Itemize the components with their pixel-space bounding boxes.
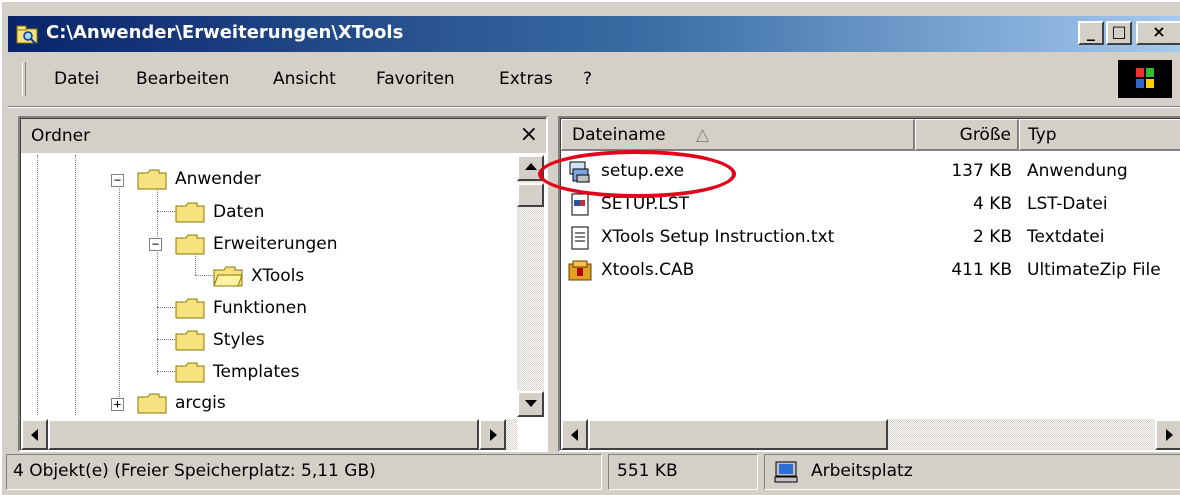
folder-icon: [137, 169, 167, 190]
folder-icon: [175, 330, 205, 351]
folder-icon: [137, 393, 167, 414]
lst-file-icon: [571, 193, 589, 216]
arrow-left-icon: [571, 429, 578, 441]
minimize-icon: _: [1087, 22, 1095, 41]
column-header-size[interactable]: Größe: [915, 119, 1019, 151]
list-scroll-left-button[interactable]: [561, 419, 588, 450]
menu-bearbeiten[interactable]: Bearbeiten: [136, 69, 229, 89]
maximize-button[interactable]: □: [1106, 21, 1132, 45]
list-scroll-right-button[interactable]: [1155, 419, 1180, 450]
windows-logo-icon: [1118, 60, 1172, 98]
folder-icon: [175, 202, 205, 223]
horizontal-scroll-thumb[interactable]: [48, 419, 479, 450]
status-objects: 4 Objekt(e) (Freier Speicherplatz: 5,11 …: [6, 454, 602, 490]
sort-ascending-icon: △: [696, 125, 710, 145]
my-computer-icon: [774, 461, 798, 483]
tree-item-templates[interactable]: Templates: [175, 358, 375, 386]
close-icon: ×: [1152, 22, 1166, 41]
scroll-left-button[interactable]: [21, 419, 48, 450]
menu-help[interactable]: ?: [583, 69, 592, 89]
arrow-right-icon: [490, 429, 497, 441]
minimize-button[interactable]: _: [1078, 21, 1104, 45]
scroll-down-button[interactable]: [517, 391, 544, 417]
folder-pane-close-icon[interactable]: ×: [520, 122, 538, 147]
tree-item-funktionen[interactable]: Funktionen: [175, 294, 375, 322]
tree-item-daten[interactable]: Daten: [175, 198, 375, 226]
arrow-up-icon: [525, 163, 537, 170]
column-header-type[interactable]: Typ: [1019, 119, 1180, 151]
annotation-ring: [538, 150, 736, 198]
folder-pane: Ordner × − Anwender Daten − Erweiterunge…: [18, 116, 548, 452]
menu-separator: [8, 106, 1180, 108]
scroll-thumb[interactable]: [517, 183, 544, 207]
maximize-icon: □: [1111, 22, 1127, 41]
tree-collapse-erweiterungen[interactable]: −: [149, 238, 162, 251]
folder-pane-title: Ordner: [31, 126, 91, 146]
folder-icon: [175, 234, 205, 255]
folder-search-icon: [16, 25, 38, 45]
cab-archive-icon: [568, 260, 592, 281]
folder-pane-header: Ordner ×: [21, 119, 546, 153]
file-row-instruction-txt[interactable]: XTools Setup Instruction.txt 2 KB Textda…: [561, 221, 1180, 254]
menu-favoriten[interactable]: Favoriten: [376, 69, 455, 89]
list-horizontal-scroll-thumb[interactable]: [588, 419, 888, 450]
tree-item-anwender[interactable]: Anwender: [137, 165, 337, 193]
menu-extras[interactable]: Extras: [499, 69, 553, 89]
tree-item-arcgis[interactable]: arcgis: [137, 389, 337, 417]
tree-item-styles[interactable]: Styles: [175, 326, 375, 354]
arrow-left-icon: [31, 429, 38, 441]
folder-icon: [175, 362, 205, 383]
explorer-window: C:\Anwender\Erweiterungen\XTools _ □ × D…: [0, 0, 1180, 495]
arrow-down-icon: [525, 400, 537, 407]
window-title: C:\Anwender\Erweiterungen\XTools: [46, 22, 404, 43]
menu-bar: Datei Bearbeiten Ansicht Favoriten Extra…: [8, 56, 1180, 102]
status-location: Arbeitsplatz: [764, 454, 1180, 490]
tree-item-erweiterungen[interactable]: Erweiterungen: [175, 230, 395, 258]
menu-ansicht[interactable]: Ansicht: [273, 69, 336, 89]
file-row-xtools-cab[interactable]: Xtools.CAB 411 KB UltimateZip File: [561, 254, 1180, 287]
arrow-right-icon: [1166, 429, 1173, 441]
tree-collapse-anwender[interactable]: −: [111, 174, 124, 187]
column-header-name[interactable]: Dateiname △: [561, 119, 915, 151]
text-file-icon: [571, 226, 589, 250]
folder-icon: [175, 298, 205, 319]
close-button[interactable]: ×: [1136, 21, 1180, 45]
open-folder-icon: [213, 266, 243, 287]
tree-expand-arcgis[interactable]: +: [111, 398, 124, 411]
menu-datei[interactable]: Datei: [54, 69, 99, 89]
tree-item-xtools[interactable]: XTools: [213, 262, 353, 290]
status-size: 551 KB: [608, 454, 758, 490]
scroll-right-button[interactable]: [479, 419, 506, 450]
title-bar[interactable]: C:\Anwender\Erweiterungen\XTools _ □ ×: [8, 16, 1180, 52]
menu-grip[interactable]: [22, 62, 26, 96]
